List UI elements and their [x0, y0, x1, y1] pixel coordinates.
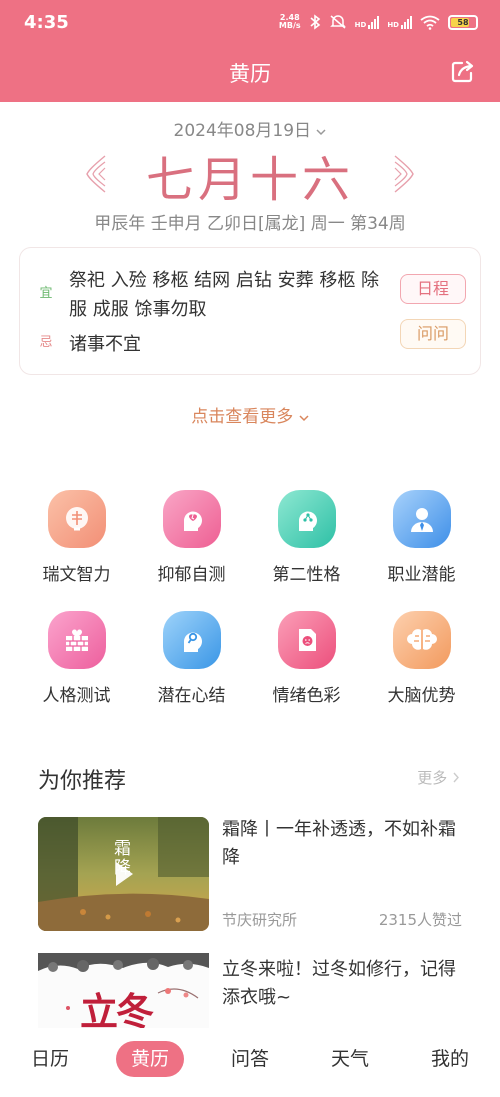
schedule-button[interactable]: 日程 — [400, 274, 466, 304]
share-icon[interactable] — [450, 60, 476, 84]
recommend-section-title: 为你推荐 — [38, 769, 127, 794]
feature-tile-hidden-knot[interactable]: 潜在心结 — [134, 611, 249, 706]
chevron-down-icon — [316, 129, 326, 136]
article-thumbnail: 霜降 — [38, 817, 209, 931]
heart-wall-icon — [47, 611, 106, 669]
page-title: 黄历 — [229, 62, 271, 86]
network-speed: 2.48 MB/s — [278, 13, 301, 30]
tab-weather[interactable]: 天气 — [310, 1044, 390, 1071]
status-icons: 2.48 MB/s HD HD 58 — [279, 14, 478, 30]
yi-text: 祭祀 入殓 移柩 结网 启钻 安葬 移柩 除服 成服 馀事勿取 — [69, 270, 380, 320]
search-head-icon — [162, 611, 221, 669]
ask-button[interactable]: 问问 — [400, 319, 466, 349]
article-thumbnail: 立冬 — [38, 953, 209, 1028]
article-source: 节庆研究所 — [222, 911, 298, 929]
feature-label: 潜在心结 — [157, 686, 226, 706]
feature-label: 抑郁自测 — [157, 565, 226, 585]
feature-tile-emotion-color[interactable]: 情绪色彩 — [249, 611, 364, 706]
top-bar: 4:35 2.48 MB/s HD HD 58 黄历 — [0, 0, 500, 102]
feature-label: 人格测试 — [42, 686, 111, 706]
view-more-label: 点击查看更多 — [191, 407, 294, 427]
thumbnail-caption: 霜降 — [110, 839, 130, 877]
solar-date: 2024年08月19日 — [173, 121, 312, 141]
tab-almanac[interactable]: 黄历 — [116, 1041, 184, 1077]
signal-icon-1: HD — [355, 15, 380, 29]
feature-tile-depression-test[interactable]: 抑郁自测 — [134, 490, 249, 585]
feature-tile-career-potential[interactable]: 职业潜能 — [364, 490, 479, 585]
next-day-arrow-icon[interactable] — [391, 154, 415, 194]
wifi-icon — [420, 15, 440, 30]
brain-hemisphere-icon — [392, 611, 451, 669]
brain-icon — [47, 490, 106, 548]
feature-label: 第二性格 — [272, 565, 341, 585]
bluetooth-icon — [310, 14, 320, 30]
yi-badge: 宜 — [39, 286, 53, 301]
feature-tile-personality-test[interactable]: 人格测试 — [19, 611, 134, 706]
ganzhi-date: 甲辰年 壬申月 乙卯日[属龙] 周一 第34周 — [94, 214, 406, 234]
tab-mine[interactable]: 我的 — [410, 1044, 490, 1071]
tab-calendar[interactable]: 日历 — [10, 1044, 90, 1071]
bottom-tab-bar: 日历 黄历 问答 天气 我的 — [0, 1030, 500, 1097]
business-person-icon — [392, 490, 451, 548]
feature-label: 大脑优势 — [387, 686, 456, 706]
sad-document-icon — [277, 611, 336, 669]
tab-qa[interactable]: 问答 — [210, 1044, 290, 1071]
almanac-card: 宜 祭祀 入殓 移柩 结网 启钻 安葬 移柩 除服 成服 馀事勿取 忌 诸事不宜… — [19, 247, 481, 375]
recommend-more-link[interactable]: 更多 — [417, 767, 460, 788]
status-bar: 4:35 2.48 MB/s HD HD 58 — [0, 0, 500, 46]
feature-tile-brain-advantage[interactable]: 大脑优势 — [364, 611, 479, 706]
thumbnail-caption: 立冬 — [80, 989, 154, 1028]
ji-badge: 忌 — [39, 335, 53, 350]
feature-label: 职业潜能 — [387, 565, 456, 585]
mute-icon — [329, 15, 346, 29]
lunar-date: 七月十六 — [145, 152, 354, 208]
personality-head-icon — [277, 490, 336, 548]
article-title: 霜降丨一年补透透，不如补霜降 — [222, 819, 456, 868]
ji-text: 诸事不宜 — [69, 334, 141, 355]
battery-icon: 58 — [448, 14, 478, 30]
feature-tile-second-personality[interactable]: 第二性格 — [249, 490, 364, 585]
chevron-down-icon — [299, 415, 309, 422]
view-more-link[interactable]: 点击查看更多 — [0, 402, 500, 427]
solar-date-selector[interactable]: 2024年08月19日 — [0, 116, 500, 141]
signal-icon-2: HD — [387, 15, 412, 29]
chevron-right-icon — [453, 772, 459, 783]
feature-label: 情绪色彩 — [272, 686, 341, 706]
article-likes: 2315人赞过 — [378, 911, 462, 929]
feature-label: 瑞文智力 — [42, 565, 111, 585]
broken-heart-head-icon — [162, 490, 221, 548]
article-title: 立冬来啦！过冬如修行，记得添衣哦~ — [222, 959, 456, 1008]
status-time: 4:35 — [24, 12, 69, 33]
feature-tile-raven-iq[interactable]: 瑞文智力 — [19, 490, 134, 585]
